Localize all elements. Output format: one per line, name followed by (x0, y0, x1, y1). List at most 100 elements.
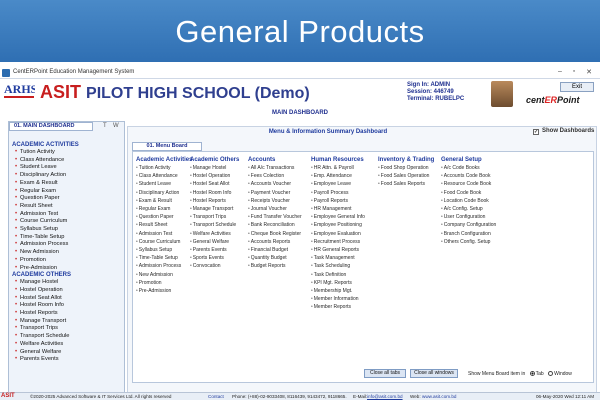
menu-item[interactable]: •Question Paper (136, 213, 192, 221)
menu-item[interactable]: •Employee Leave (311, 180, 365, 188)
left-menu-item[interactable]: • Class Attendance (12, 157, 122, 165)
left-menu-item[interactable]: • Welfare Activities (12, 341, 122, 349)
menu-item[interactable]: •Convocation (190, 262, 239, 270)
left-menu-item[interactable]: • Syllabus Setup (12, 226, 122, 234)
maximize-button[interactable]: ▫ (568, 68, 580, 75)
menu-item[interactable]: •Hostel Operation (190, 172, 239, 180)
left-menu-item[interactable]: • Hostel Reports (12, 310, 122, 318)
menu-item[interactable]: •Member Information (311, 295, 365, 303)
menu-item[interactable]: •Time-Table Setup (136, 254, 192, 262)
menu-item[interactable]: •Promotion (136, 279, 192, 287)
left-menu-item[interactable]: • Course Curriculum (12, 218, 122, 226)
menu-item[interactable]: •Task Management (311, 254, 365, 262)
menu-item[interactable]: •Hostel Reports (190, 197, 239, 205)
menu-item[interactable]: •Location Code Book (441, 197, 496, 205)
menu-item[interactable]: •Fund Transfer Voucher (248, 213, 302, 221)
menu-item[interactable]: •Fees Colection (248, 172, 302, 180)
menu-item[interactable]: •Payroll Process (311, 189, 365, 197)
left-menu-item[interactable]: • Manage Transport (12, 318, 122, 326)
menu-item[interactable]: •A/c Code Books (441, 164, 496, 172)
tree-view-toggle[interactable]: T (103, 123, 107, 129)
minimize-button[interactable]: – (554, 68, 566, 75)
menu-item[interactable]: •Accounts Reports (248, 238, 302, 246)
menu-item[interactable]: •Student Leave (136, 180, 192, 188)
menu-item[interactable]: •Parents Events (190, 246, 239, 254)
menu-item[interactable]: •Member Reports (311, 303, 365, 311)
menu-item[interactable]: •HR Management (311, 205, 365, 213)
menu-item[interactable]: •Task Scheduling (311, 262, 365, 270)
menu-item[interactable]: •Food Sales Reports (378, 180, 434, 188)
email-link[interactable]: info@asit.com.bd (367, 393, 403, 400)
menu-item[interactable]: •Course Curriculum (136, 238, 192, 246)
left-menu-item[interactable]: • Pre-Admission (12, 265, 122, 273)
menu-item[interactable]: •Membership Mgt. (311, 287, 365, 295)
menu-item[interactable]: •Recruitment Process (311, 238, 365, 246)
left-menu-item[interactable]: • Admission Process (12, 241, 122, 249)
menu-item[interactable]: •Transport Schedule (190, 221, 239, 229)
left-menu-item[interactable]: • New Admission (12, 249, 122, 257)
left-group-heading[interactable]: ACADEMIC ACTIVITIES (12, 142, 122, 149)
exit-button[interactable]: Exit (560, 82, 594, 92)
tab-menu-board[interactable]: 01. Menu Board (132, 142, 202, 151)
menu-item[interactable]: •Exam & Result (136, 197, 192, 205)
web-link[interactable]: www.asit.com.bd (422, 393, 456, 400)
radio-window[interactable] (548, 371, 554, 376)
menu-item[interactable]: •Bank Reconciliation (248, 221, 302, 229)
left-menu-item[interactable]: • Result Sheet (12, 203, 122, 211)
menu-item[interactable]: •Regular Exam (136, 205, 192, 213)
menu-item[interactable]: •Food Sales Operation (378, 172, 434, 180)
menu-item[interactable]: •Admission Test (136, 230, 192, 238)
left-menu-item[interactable]: • Promotion (12, 257, 122, 265)
left-menu-item[interactable]: • Admission Test (12, 211, 122, 219)
menu-item[interactable]: •Result Sheet (136, 221, 192, 229)
menu-item[interactable]: •Pre-Admission (136, 287, 192, 295)
menu-item[interactable]: •Disciplinary Action (136, 189, 192, 197)
menu-item[interactable]: •Payment Voucher (248, 189, 302, 197)
menu-item[interactable]: •A/c Config. Setup (441, 205, 496, 213)
menu-item[interactable]: •KPI Mgt. Reports (311, 279, 365, 287)
menu-item[interactable]: •Financial Budget (248, 246, 302, 254)
close-window-button[interactable]: ✕ (583, 68, 595, 76)
radio-tab[interactable] (529, 371, 535, 376)
left-menu-item[interactable]: • Hostel Operation (12, 287, 122, 295)
menu-item[interactable]: •New Admission (136, 271, 192, 279)
show-dashboards-toggle[interactable]: ✓ Show Dashboards (533, 128, 594, 135)
contact-link[interactable]: Contact (208, 393, 224, 400)
left-menu-item[interactable]: • Student Leave (12, 164, 122, 172)
menu-item[interactable]: •Receipts Voucher (248, 197, 302, 205)
menu-item[interactable]: •Syllabus Setup (136, 246, 192, 254)
menu-item[interactable]: •Food Shop Operation (378, 164, 434, 172)
menu-item[interactable]: •HR Attn. & Payroll (311, 164, 365, 172)
menu-item[interactable]: •Employee General Info (311, 213, 365, 221)
window-view-toggle[interactable]: W (113, 123, 119, 129)
left-menu-item[interactable]: • Question Paper (12, 195, 122, 203)
menu-item[interactable]: •Sports Events (190, 254, 239, 262)
menu-item[interactable]: •Resource Code Book (441, 180, 496, 188)
menu-item[interactable]: •Emp. Attendance (311, 172, 365, 180)
menu-item[interactable]: •Welfare Activities (190, 230, 239, 238)
close-all-windows-button[interactable]: Close all windows (410, 369, 458, 378)
left-menu-item[interactable]: • Disciplinary Action (12, 172, 122, 180)
menu-item[interactable]: •Food Code Book (441, 189, 496, 197)
left-menu-item[interactable]: • Regular Exam (12, 188, 122, 196)
left-menu-item[interactable]: • Tution Activity (12, 149, 122, 157)
left-menu-item[interactable]: • Transport Schedule (12, 333, 122, 341)
menu-item[interactable]: •Journal Voucher (248, 205, 302, 213)
menu-item[interactable]: •Admission Process (136, 262, 192, 270)
left-menu-item[interactable]: • Parents Events (12, 356, 122, 364)
left-menu-item[interactable]: • Transport Trips (12, 325, 122, 333)
left-menu-item[interactable]: • Hostel Seat Allot (12, 295, 122, 303)
menu-item[interactable]: •Hostel Seat Allot (190, 180, 239, 188)
left-menu-item[interactable]: • Time-Table Setup (12, 234, 122, 242)
menu-item[interactable]: •Payroll Reports (311, 197, 365, 205)
menu-item[interactable]: •Cheque Book Register (248, 230, 302, 238)
menu-item[interactable]: •Others Config. Setup (441, 238, 496, 246)
menu-item[interactable]: •Manage Hostel (190, 164, 239, 172)
menu-item[interactable]: •Employee Positioning (311, 221, 365, 229)
menu-item[interactable]: •Manage Transport (190, 205, 239, 213)
left-group-heading[interactable]: ACADEMIC OTHERS (12, 272, 122, 279)
left-menu-item[interactable]: • Exam & Result (12, 180, 122, 188)
menu-item[interactable]: •HR General Reports (311, 246, 365, 254)
menu-item[interactable]: •User Configuration (441, 213, 496, 221)
left-menu-item[interactable]: • Hostel Room Info (12, 302, 122, 310)
